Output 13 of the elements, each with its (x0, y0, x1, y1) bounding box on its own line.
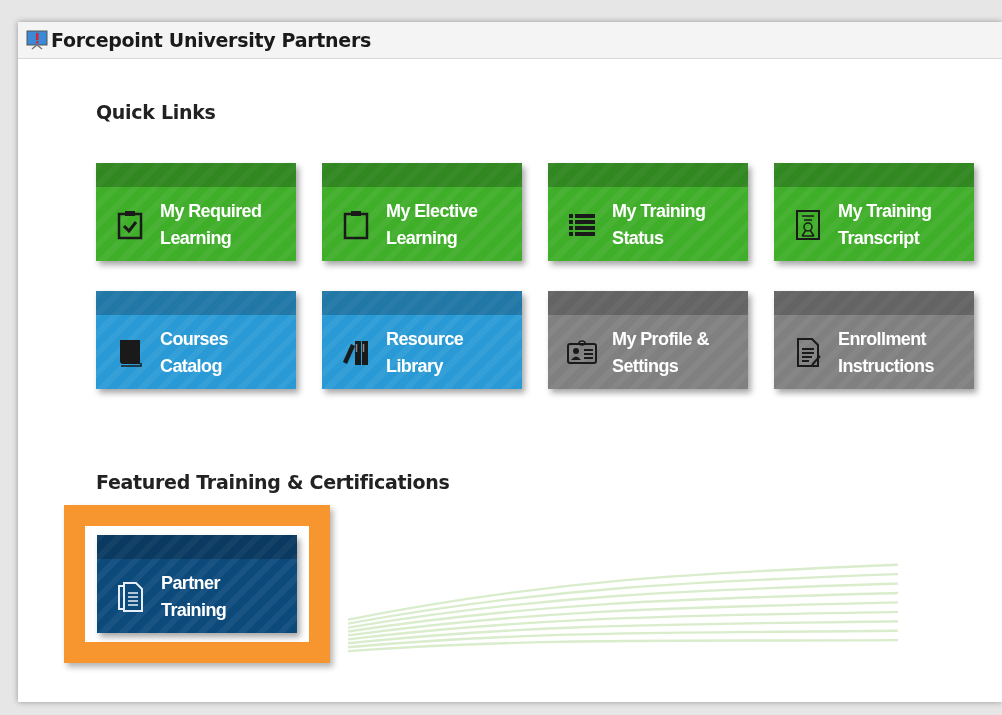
quick-link-tile[interactable]: Resource Library (322, 291, 522, 389)
quick-link-tile[interactable]: Enrollment Instructions (774, 291, 974, 389)
quick-link-tile[interactable]: My Training Transcript (774, 163, 974, 261)
section-heading: Featured Training & Certifications (96, 471, 451, 493)
quick-link-tile[interactable]: My Elective Learning (322, 163, 522, 261)
quick-link-tile[interactable]: My Profile & Settings (548, 291, 748, 389)
quick-link-tile[interactable]: Courses Catalog (96, 291, 296, 389)
monitor-icon (26, 30, 48, 50)
quick-link-tile[interactable]: My Required Learning (96, 163, 296, 261)
section-heading: Quick Links (96, 101, 217, 123)
featured-tile[interactable]: Partner Training (97, 535, 297, 633)
window-title: Forcepoint University Partners (51, 29, 371, 51)
quick-link-tile[interactable]: My Training Status (548, 163, 748, 261)
